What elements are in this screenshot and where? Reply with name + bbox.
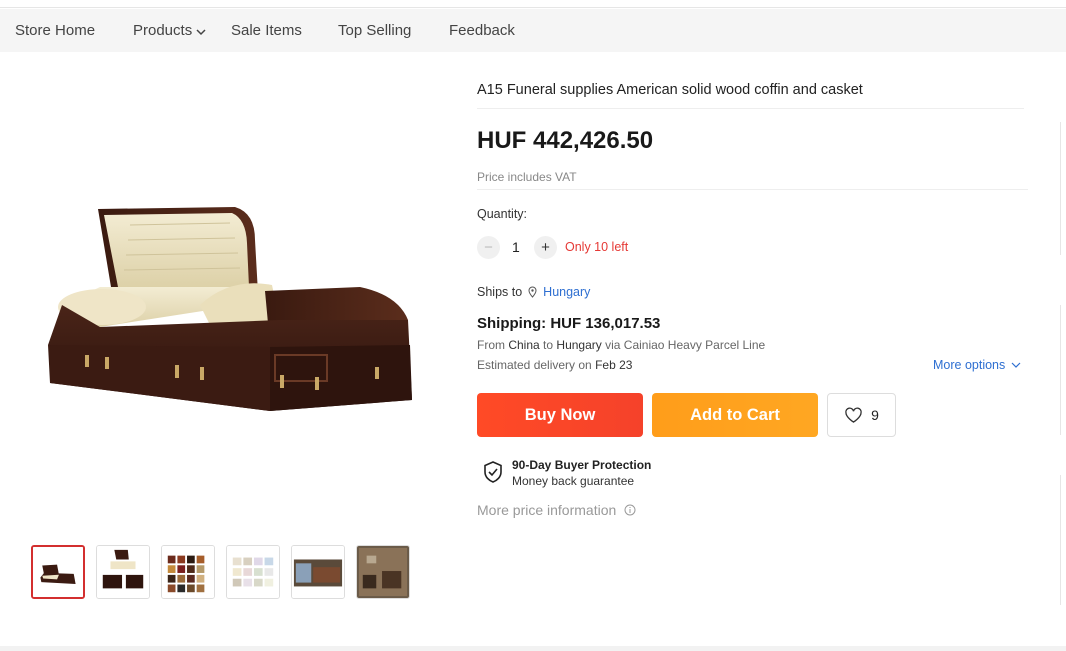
wishlist-count: 9 xyxy=(871,407,879,423)
nav-sale-items-label: Sale Items xyxy=(231,22,302,39)
nav-top-selling-label: Top Selling xyxy=(338,22,412,39)
nav-products-label: Products xyxy=(133,22,193,39)
casket-views-thumbnail-icon xyxy=(97,546,149,598)
ships-to-row: Ships to Hungary xyxy=(477,285,590,299)
nav-store-home-label: Store Home xyxy=(15,22,96,39)
vat-note: Price includes VAT xyxy=(477,170,577,184)
casket-image xyxy=(48,207,412,411)
interior-swatches-thumbnail-icon xyxy=(227,546,279,598)
route-carrier: via Cainiao Heavy Parcel Line xyxy=(605,338,766,352)
thumbnail-strip xyxy=(31,545,410,599)
factory-thumbnail-icon xyxy=(357,546,409,598)
price-divider xyxy=(477,189,1028,190)
delivery-date: Feb 23 xyxy=(595,358,633,372)
buyer-protection-subtitle: Money back guarantee xyxy=(512,474,635,488)
stock-note: Only 10 left xyxy=(565,240,629,254)
add-to-cart-button[interactable]: Add to Cart xyxy=(652,393,818,437)
main-product-image[interactable] xyxy=(40,195,420,430)
ship-destination-link[interactable]: Hungary xyxy=(543,285,590,299)
info-icon xyxy=(624,504,636,516)
wishlist-button[interactable]: 9 xyxy=(827,393,896,437)
buyer-protection-title: 90-Day Buyer Protection xyxy=(512,458,652,472)
casket-thumbnail-icon xyxy=(33,547,83,597)
thumbnail-casket-views[interactable] xyxy=(96,545,150,599)
top-border xyxy=(0,0,1066,8)
location-pin-icon xyxy=(528,286,537,298)
nav-sale-items[interactable]: Sale Items xyxy=(231,22,302,39)
quantity-label: Quantity: xyxy=(477,207,528,221)
route-from-prefix: From xyxy=(477,338,505,352)
route-to-word: to xyxy=(543,338,554,352)
quantity-decrease-button[interactable]: − xyxy=(477,236,500,259)
thumbnail-color-swatches[interactable] xyxy=(161,545,215,599)
thumbnail-casket-open[interactable] xyxy=(31,545,85,599)
estimated-delivery: Estimated delivery on Feb 23 xyxy=(477,358,632,372)
product-price: HUF 442,426.50 xyxy=(477,127,654,154)
nav-feedback-label: Feedback xyxy=(449,22,515,39)
chevron-down-icon xyxy=(196,28,206,35)
side-panel-edge xyxy=(1060,305,1061,435)
color-swatches-thumbnail-icon xyxy=(162,546,214,598)
chevron-down-icon xyxy=(1011,362,1021,368)
product-title: A15 Funeral supplies American solid wood… xyxy=(477,82,863,98)
more-options-label: More options xyxy=(933,358,1006,372)
quantity-value[interactable]: 1 xyxy=(512,239,520,255)
route-destination: Hungary xyxy=(556,338,602,352)
more-price-info-label: More price information xyxy=(477,502,617,518)
side-panel-edge xyxy=(1060,122,1061,255)
warehouse-thumbnail-icon xyxy=(292,546,344,598)
nav-top-selling[interactable]: Top Selling xyxy=(338,22,411,39)
shield-check-icon xyxy=(484,461,502,483)
route-origin: China xyxy=(508,338,540,352)
store-nav-bar: Store Home Products Sale Items Top Selli… xyxy=(0,9,1066,52)
thumbnail-factory[interactable] xyxy=(356,545,410,599)
bottom-border xyxy=(0,646,1066,651)
side-panel-edge xyxy=(1060,475,1061,605)
title-divider xyxy=(477,108,1024,109)
shipping-cost: Shipping: HUF 136,017.53 xyxy=(477,315,661,332)
more-shipping-options-link[interactable]: More options xyxy=(933,358,1021,372)
nav-products[interactable]: Products xyxy=(133,22,206,39)
shipping-route: From China to Hungary via Cainiao Heavy … xyxy=(477,338,765,352)
ships-to-label: Ships to xyxy=(477,285,523,299)
thumbnail-interior-swatches[interactable] xyxy=(226,545,280,599)
quantity-increase-button[interactable]: + xyxy=(534,236,557,259)
thumbnail-warehouse[interactable] xyxy=(291,545,345,599)
more-price-info-link[interactable]: More price information xyxy=(477,502,636,518)
buy-now-button[interactable]: Buy Now xyxy=(477,393,643,437)
nav-feedback[interactable]: Feedback xyxy=(449,22,515,39)
nav-store-home[interactable]: Store Home xyxy=(15,22,95,39)
heart-icon xyxy=(845,407,862,423)
delivery-prefix: Estimated delivery on xyxy=(477,358,592,372)
